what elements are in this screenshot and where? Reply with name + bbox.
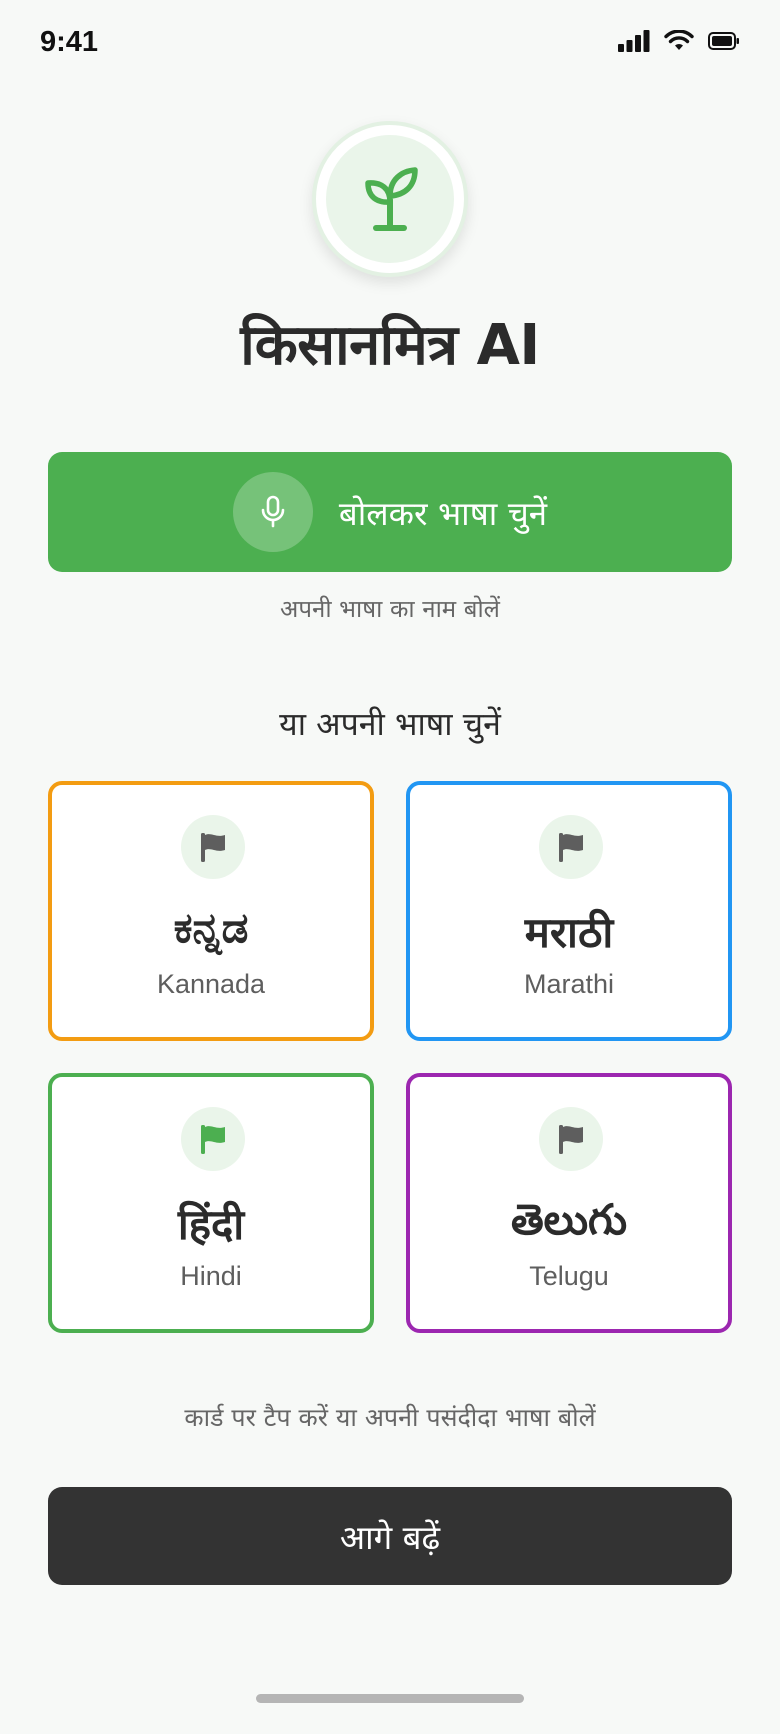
flag-icon bbox=[559, 1125, 583, 1154]
language-english-name: Hindi bbox=[180, 1261, 242, 1291]
flag-icon bbox=[201, 833, 225, 862]
seedling-icon bbox=[365, 167, 418, 231]
home-indicator[interactable] bbox=[256, 1694, 524, 1703]
language-english-name: Marathi bbox=[523, 969, 615, 999]
mic-circle bbox=[232, 472, 313, 552]
status-bar: 9:41 bbox=[0, 0, 780, 88]
cellular-signal-icon bbox=[618, 30, 650, 52]
bottom-hint: कार्ड पर टैप करें या अपनी पसंदीदा भाषा ब… bbox=[184, 1403, 596, 1432]
language-card-telugu[interactable]: తెలుగు Telugu bbox=[406, 1073, 732, 1333]
app-title: किसानमित्र AI bbox=[240, 313, 540, 378]
flag-circle bbox=[181, 815, 245, 879]
voice-select-label: बोलकर भाषा चुनें bbox=[338, 493, 548, 533]
microphone-icon bbox=[261, 495, 285, 528]
voice-hint: अपनी भाषा का नाम बोलें bbox=[280, 595, 500, 623]
flag-icon bbox=[559, 833, 583, 862]
language-english-name: Telugu bbox=[529, 1261, 609, 1291]
flag-icon bbox=[201, 1125, 225, 1154]
continue-button[interactable]: आगे बढ़ें bbox=[48, 1487, 732, 1585]
status-icons bbox=[618, 30, 740, 52]
choose-language-heading: या अपनी भाषा चुनें bbox=[279, 705, 501, 743]
language-card-hindi[interactable]: हिंदी Hindi bbox=[48, 1073, 374, 1333]
language-english-name: Kannada bbox=[156, 969, 266, 999]
wifi-icon bbox=[664, 30, 694, 50]
flag-circle bbox=[181, 1107, 245, 1171]
language-native-name: मराठी bbox=[524, 908, 614, 957]
language-card-kannada[interactable]: ಕನ್ನಡ Kannada bbox=[48, 781, 374, 1041]
battery-icon bbox=[708, 32, 739, 50]
flag-circle bbox=[539, 815, 603, 879]
flag-circle bbox=[539, 1107, 603, 1171]
logo-inner-circle bbox=[326, 135, 454, 263]
language-card-marathi[interactable]: मराठी Marathi bbox=[406, 781, 732, 1041]
language-native-name: हिंदी bbox=[177, 1200, 245, 1249]
voice-select-button[interactable]: बोलकर भाषा चुनें bbox=[48, 452, 732, 572]
language-native-name: తెలుగు bbox=[510, 1195, 627, 1244]
app-logo bbox=[312, 121, 468, 277]
language-native-name: ಕನ್ನಡ bbox=[173, 903, 249, 952]
status-time: 9:41 bbox=[40, 26, 99, 58]
